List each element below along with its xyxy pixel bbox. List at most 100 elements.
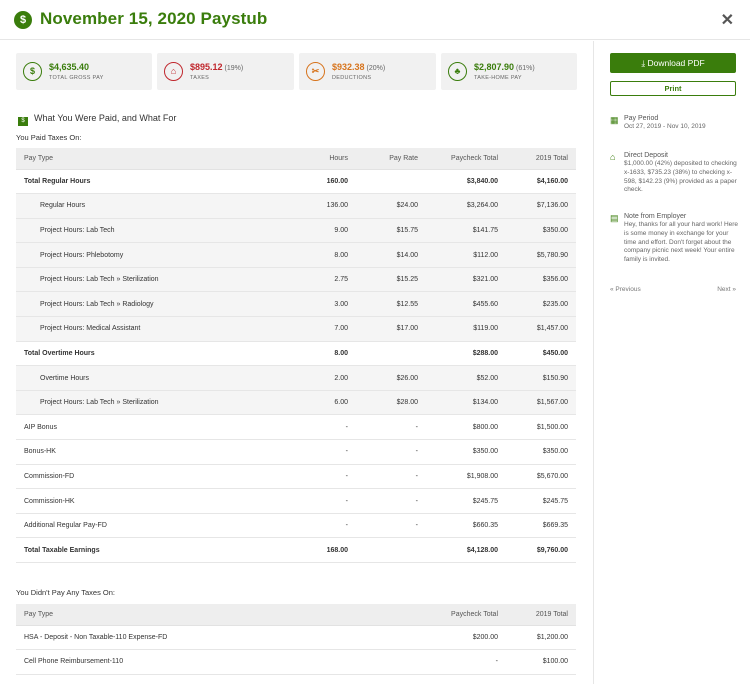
table-cell: 168.00	[246, 537, 356, 563]
table-cell: Commission-HK	[16, 488, 246, 514]
employer-note-text: Hey, thanks for all your hard work! Here…	[624, 221, 739, 264]
table-cell: Project Hours: Lab Tech » Sterilization	[16, 267, 246, 293]
close-icon[interactable]: ✕	[721, 10, 734, 30]
piggy-bank-icon: ♣	[448, 62, 467, 81]
paystub-header: $ November 15, 2020 Paystub ✕	[0, 0, 750, 40]
table-cell: $112.00	[426, 242, 506, 268]
table-cell: 160.00	[246, 169, 356, 195]
untaxed-earnings-table: Pay Type Paycheck Total 2019 Total HSA -…	[16, 604, 576, 675]
previous-link[interactable]: « Previous	[610, 286, 641, 293]
table-cell: -	[246, 414, 356, 441]
table-cell: $800.00	[426, 414, 506, 441]
table-cell: Project Hours: Lab Tech » Sterilization	[16, 390, 246, 416]
table-cell: $356.00	[506, 267, 576, 293]
table-row: Total Regular Hours 160.00 $3,840.00 $4,160…	[16, 169, 576, 195]
table-row: Project Hours: Medical Assistant 7.00 $17.…	[16, 316, 576, 342]
direct-deposit-text: $1,000.00 (42%) deposited to checking x-…	[624, 160, 737, 194]
table-cell: AIP Bonus	[16, 414, 246, 441]
table-cell: -	[246, 439, 356, 465]
card-amount: $2,807.90	[474, 62, 515, 72]
table-cell: Project Hours: Lab Tech	[16, 218, 246, 244]
column-header: Paycheck Total	[426, 148, 506, 170]
table-cell: $321.00	[426, 267, 506, 293]
table-cell: $119.00	[426, 316, 506, 342]
next-link[interactable]: Next »	[717, 286, 736, 293]
table-cell: Bonus-HK	[16, 439, 246, 465]
bank-icon: ⌂	[610, 152, 616, 162]
table-cell: $7,136.00	[506, 193, 576, 219]
column-header: Hours	[246, 148, 356, 170]
table-cell: 7.00	[246, 316, 356, 342]
table-cell: $3,264.00	[426, 193, 506, 219]
table-row: Project Hours: Phlebotomy 8.00 $14.00 $112.…	[16, 242, 576, 268]
table-cell: $450.00	[506, 341, 576, 367]
table-cell: HSA - Deposit - Non Taxable-110 Expense-…	[16, 625, 356, 651]
table-cell: $235.00	[506, 291, 576, 318]
download-pdf-button[interactable]: ⤓ Download PDF	[610, 53, 736, 73]
pay-period-text: Oct 27, 2019 - Nov 10, 2019	[624, 123, 706, 130]
table-cell: $26.00	[356, 365, 426, 391]
card-percent: (61%)	[516, 65, 535, 72]
table-header-row: Pay Type Paycheck Total 2019 Total	[16, 604, 576, 626]
table-cell: $1,457.00	[506, 316, 576, 342]
direct-deposit-title: Direct Deposit	[624, 152, 668, 159]
table-cell: $28.00	[356, 390, 426, 416]
table-row: Regular Hours 136.00 $24.00 $3,264.00 $7,136…	[16, 193, 576, 219]
table-cell: -	[356, 488, 426, 514]
print-button[interactable]: Print	[610, 81, 736, 96]
table-cell: $1,567.00	[506, 390, 576, 416]
table-cell: -	[356, 414, 426, 441]
table-cell: Total Regular Hours	[16, 169, 246, 195]
table-cell: Overtime Hours	[16, 365, 246, 391]
card-percent: (19%)	[224, 65, 244, 72]
column-header: Paycheck Total	[356, 604, 506, 626]
note-icon: ▤	[610, 213, 619, 223]
table-cell: $24.00	[356, 193, 426, 219]
table-cell: $660.35	[426, 513, 506, 539]
column-header: 2019 Total	[506, 148, 576, 170]
summary-card-takehome: ♣ $2,807.90 (61%) TAKE-HOME PAY	[441, 53, 577, 90]
employer-note-info: ▤ Note from Employer Hey, thanks for all…	[610, 213, 740, 265]
table-cell: $141.75	[426, 218, 506, 244]
table-cell: -	[356, 649, 506, 675]
table-cell: $4,160.00	[506, 169, 576, 195]
summary-card-taxes: ⌂ $895.12 (19%) TAXES	[157, 53, 294, 90]
table-cell: 136.00	[246, 193, 356, 219]
table-cell: $52.00	[426, 365, 506, 391]
table-cell: 9.00	[246, 218, 356, 244]
table-row: Project Hours: Lab Tech » Sterilization 6…	[16, 390, 576, 416]
taxed-subtitle: You Paid Taxes On:	[16, 133, 82, 142]
table-row: Bonus-HK - - $350.00 $350.00	[16, 439, 576, 465]
column-header: Pay Rate	[356, 148, 426, 170]
table-cell: $134.00	[426, 390, 506, 416]
column-header: Pay Type	[16, 604, 356, 626]
table-cell: -	[356, 464, 426, 490]
employer-note-title: Note from Employer	[624, 213, 687, 220]
untaxed-subtitle: You Didn't Pay Any Taxes On:	[16, 588, 115, 597]
table-cell: Regular Hours	[16, 193, 246, 219]
table-cell: $350.00	[506, 218, 576, 244]
table-cell: $1,500.00	[506, 414, 576, 441]
download-icon: ⤓	[641, 58, 646, 68]
card-amount: $932.38	[332, 62, 365, 72]
table-row: AIP Bonus - - $800.00 $1,500.00	[16, 414, 576, 441]
table-cell: $245.75	[426, 488, 506, 514]
table-cell: -	[356, 439, 426, 465]
table-cell: $5,780.90	[506, 242, 576, 268]
table-cell: Cell Phone Reimbursement-110	[16, 649, 356, 675]
table-row: Total Overtime Hours 8.00 $288.00 $450.00	[16, 341, 576, 367]
table-row: Overtime Hours 2.00 $26.00 $52.00 $150.90	[16, 365, 576, 391]
table-cell: $100.00	[506, 649, 576, 675]
section-title: $ What You Were Paid, and What For	[18, 113, 176, 126]
scissors-icon: ✂	[306, 62, 325, 81]
table-cell: 2.00	[246, 365, 356, 391]
table-cell: Total Overtime Hours	[16, 341, 246, 367]
card-label: TAXES	[190, 75, 210, 81]
table-cell: $15.25	[356, 267, 426, 293]
table-cell: $17.00	[356, 316, 426, 342]
table-cell: 2.75	[246, 267, 356, 293]
table-cell: Project Hours: Lab Tech » Radiology	[16, 291, 246, 318]
table-cell: 3.00	[246, 291, 356, 318]
table-row: Commission-FD - - $1,908.00 $5,670.00	[16, 464, 576, 490]
table-header-row: Pay Type Hours Pay Rate Paycheck Total 2…	[16, 148, 576, 170]
